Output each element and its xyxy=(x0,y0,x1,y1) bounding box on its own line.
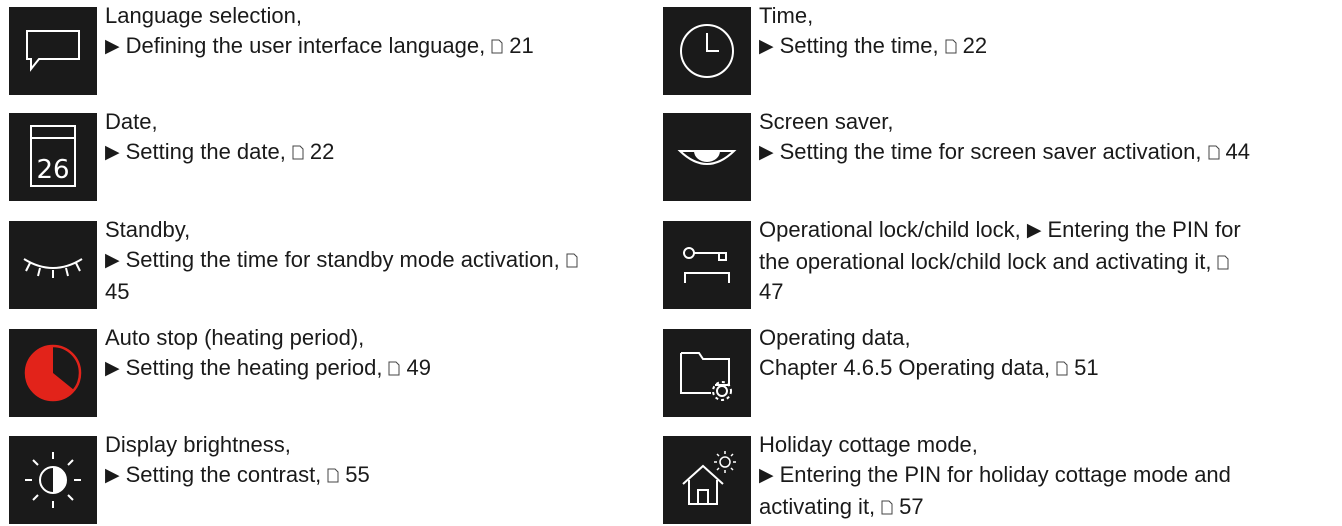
calendar-day: 26 xyxy=(36,155,69,185)
page-number[interactable]: 55 xyxy=(345,462,369,487)
entry-action: Chapter 4.6.5 Operating data, 51 xyxy=(759,353,1099,383)
entry-action-text: Entering the PIN for xyxy=(1047,217,1241,242)
entry-action: ▶ Entering the PIN for holiday cottage mo… xyxy=(759,460,1231,492)
entry-action-text-cont: the operational lock/child lock and acti… xyxy=(759,249,1212,274)
entry-action: ▶ Setting the date, 22 xyxy=(105,137,334,169)
entry-operational-lock: Operational lock/child lock, ▶ Entering t… xyxy=(663,217,1241,309)
entry-text: Operational lock/child lock, ▶ Entering t… xyxy=(759,215,1241,307)
page-number[interactable]: 45 xyxy=(105,277,584,307)
entry-action: ▶ Setting the contrast, 55 xyxy=(105,460,370,492)
entry-action: ▶ Setting the time for screen saver activ… xyxy=(759,137,1250,169)
arrow-right-icon: ▶ xyxy=(105,465,120,486)
page-ref-icon xyxy=(292,145,304,160)
entry-title: Holiday cottage mode, xyxy=(759,432,978,457)
calendar-icon: 26 xyxy=(9,113,97,201)
page-ref-icon xyxy=(1056,361,1068,376)
entry-auto-stop: Auto stop (heating period), ▶ Setting the… xyxy=(9,325,431,417)
entry-title: Operating data, xyxy=(759,325,911,350)
page-ref-icon xyxy=(566,253,578,268)
page-number[interactable]: 21 xyxy=(509,33,533,58)
page-number[interactable]: 44 xyxy=(1226,139,1250,164)
entry-title: Auto stop (heating period), xyxy=(105,325,365,350)
page-ref-icon xyxy=(1217,255,1229,270)
entry-title: Standby, xyxy=(105,217,191,242)
page-ref-icon xyxy=(327,468,339,483)
entry-action-text: Setting the contrast, xyxy=(125,462,322,487)
entry-text: Operating data, Chapter 4.6.5 Operating … xyxy=(759,323,1099,383)
key-lock-icon xyxy=(663,221,751,309)
entry-action-text: Setting the heating period, xyxy=(125,355,383,380)
entry-standby: Standby, ▶ Setting the time for standby m… xyxy=(9,217,584,309)
page-number[interactable]: 22 xyxy=(963,33,987,58)
entry-action: ▶ Defining the user interface language, 21 xyxy=(105,31,534,63)
entry-date: 26 Date, ▶ Setting the date, 22 xyxy=(9,109,334,201)
entry-text: Screen saver, ▶ Setting the time for scre… xyxy=(759,107,1250,169)
page-ref-icon xyxy=(388,361,400,376)
page-ref-icon xyxy=(491,39,503,54)
arrow-right-icon: ▶ xyxy=(105,142,120,163)
entry-action: ▶ Setting the heating period, 49 xyxy=(105,353,431,385)
closed-eye-icon xyxy=(9,221,97,309)
brightness-icon xyxy=(9,436,97,524)
page-number[interactable]: 47 xyxy=(759,277,1241,307)
entry-language-selection: Language selection, ▶ Defining the user i… xyxy=(9,3,534,95)
entry-text: Time, ▶ Setting the time, 22 xyxy=(759,1,987,63)
arrow-right-icon: ▶ xyxy=(759,142,774,163)
entry-text: Language selection, ▶ Defining the user i… xyxy=(105,1,534,63)
entry-text: Holiday cottage mode, ▶ Entering the PIN … xyxy=(759,430,1231,522)
entry-action: Operational lock/child lock, ▶ Entering t… xyxy=(759,215,1241,247)
house-sun-icon xyxy=(663,436,751,524)
entry-action-text: Setting the time for standby mode activa… xyxy=(125,247,560,272)
entry-holiday-cottage-mode: Holiday cottage mode, ▶ Entering the PIN … xyxy=(663,432,1231,524)
entry-action-text-cont: activating it, xyxy=(759,494,876,519)
arrow-right-icon: ▶ xyxy=(105,36,120,57)
entry-text: Display brightness, ▶ Setting the contras… xyxy=(105,430,370,492)
entry-title: Screen saver, xyxy=(759,109,894,134)
speech-bubble-icon xyxy=(9,7,97,95)
entry-action-cont: the operational lock/child lock and acti… xyxy=(759,247,1241,277)
entry-action-text: Setting the date, xyxy=(125,139,286,164)
page-number[interactable]: 57 xyxy=(899,494,923,519)
page-ref-icon xyxy=(881,500,893,515)
entry-action-text: Chapter 4.6.5 Operating data, xyxy=(759,355,1051,380)
folder-gear-icon xyxy=(663,329,751,417)
page-ref-icon xyxy=(1208,145,1220,160)
arrow-right-icon: ▶ xyxy=(759,465,774,486)
page-number[interactable]: 22 xyxy=(310,139,334,164)
arrow-right-icon: ▶ xyxy=(105,358,120,379)
eye-icon xyxy=(663,113,751,201)
entry-screen-saver: Screen saver, ▶ Setting the time for scre… xyxy=(663,109,1250,201)
entry-title: Date, xyxy=(105,109,158,134)
entry-action-cont: activating it, 57 xyxy=(759,492,1231,522)
entry-action: ▶ Setting the time for standby mode activ… xyxy=(105,245,584,277)
entry-text: Date, ▶ Setting the date, 22 xyxy=(105,107,334,169)
entry-title: Display brightness, xyxy=(105,432,291,457)
auto-stop-clock-icon xyxy=(9,329,97,417)
entry-action-text: Setting the time, xyxy=(779,33,939,58)
entry-action-text: Defining the user interface language, xyxy=(125,33,486,58)
arrow-right-icon: ▶ xyxy=(1026,220,1042,241)
arrow-right-icon: ▶ xyxy=(105,250,120,271)
entry-action: ▶ Setting the time, 22 xyxy=(759,31,987,63)
entry-text: Standby, ▶ Setting the time for standby m… xyxy=(105,215,584,307)
page-number[interactable]: 49 xyxy=(406,355,430,380)
entry-action-text: Setting the time for screen saver activa… xyxy=(779,139,1202,164)
entry-display-brightness: Display brightness, ▶ Setting the contras… xyxy=(9,432,370,524)
entry-title: Operational lock/child lock, xyxy=(759,217,1021,242)
entry-title: Language selection, xyxy=(105,3,302,28)
clock-icon xyxy=(663,7,751,95)
page-number[interactable]: 51 xyxy=(1074,355,1098,380)
entry-title: Time, xyxy=(759,3,814,28)
page-ref-icon xyxy=(945,39,957,54)
entry-time: Time, ▶ Setting the time, 22 xyxy=(663,3,987,95)
entry-operating-data: Operating data, Chapter 4.6.5 Operating … xyxy=(663,325,1099,417)
entry-text: Auto stop (heating period), ▶ Setting the… xyxy=(105,323,431,385)
entry-action-text: Entering the PIN for holiday cottage mod… xyxy=(779,462,1231,487)
arrow-right-icon: ▶ xyxy=(759,36,774,57)
